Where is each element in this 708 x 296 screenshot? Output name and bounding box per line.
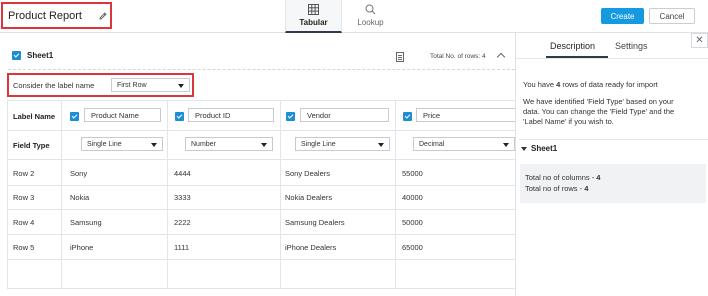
table-cell: Samsung [70,217,102,227]
sheet-header: Sheet1 [12,51,53,60]
sheet-checkbox[interactable] [12,51,21,60]
document-icon[interactable] [396,52,404,62]
field-type-info: We have identified 'Field Type' based on… [523,97,675,126]
table-cell: 4444 [174,168,191,178]
caret-down-icon [178,83,184,88]
close-icon[interactable]: ✕ [691,33,708,48]
dashed-divider [8,69,515,70]
caret-down-icon [503,142,509,147]
search-icon [365,4,376,15]
total-rows-text: Total No. of rows: 4 [430,53,486,60]
tab-divider [516,58,708,59]
label-name-option-box: Consider the label name First Row [7,73,194,97]
label-name-select-value: First Row [117,81,147,89]
caret-down-icon [521,146,527,151]
tab-description[interactable]: Description [550,41,595,51]
table-cell: iPhone Dealers [285,242,337,252]
edit-pencil-icon[interactable] [98,11,108,21]
column-checkbox[interactable] [70,112,79,121]
table-cell: iPhone [70,242,94,252]
tab-lookup-label: Lookup [357,18,384,27]
column-label-input[interactable]: Product Name [84,108,161,122]
column-label-input[interactable]: Price [416,108,515,122]
caret-down-icon [378,142,384,147]
tab-tabular[interactable]: Tabular [285,0,342,33]
table-cell: Nokia [70,192,90,202]
field-type-select[interactable]: Single Line [295,137,390,151]
report-title: Product Report [8,9,82,22]
table-cell: Sony Dealers [285,168,331,178]
column-checkbox[interactable] [175,112,184,121]
table-cell: 3333 [174,192,191,202]
table-icon [308,4,319,15]
view-tabs: Tabular Lookup [285,0,399,33]
tab-settings[interactable]: Settings [615,41,648,51]
side-panel: Description Settings ✕ You have 4 rows o… [515,33,708,296]
row-label: Row 3 [13,192,35,202]
table-cell: 1111 [174,242,190,252]
table-cell: Nokia Dealers [285,192,333,202]
column-label-input[interactable]: Product ID [188,108,274,122]
column-checkbox[interactable] [286,112,295,121]
summary-divider [519,139,708,140]
tab-lookup[interactable]: Lookup [342,0,399,33]
chevron-up-icon[interactable] [496,52,506,62]
caret-down-icon [261,142,267,147]
row-label: Row 5 [13,242,35,252]
column-label-input[interactable]: Vendor [300,108,389,122]
total-columns-text: Total no of columns - 4 [525,173,601,182]
top-bar: Product Report Tabular Lookup Create Can… [0,0,708,33]
create-button[interactable]: Create [601,8,644,24]
table-cell: 55000 [402,168,423,178]
field-type-header: Field Type [13,140,50,150]
row-label: Row 4 [13,217,35,227]
rows-ready-text: You have 4 rows of data ready for import [523,80,658,89]
data-table: Label Name Product Name Product ID Vendo… [7,100,515,289]
label-name-select[interactable]: First Row [111,78,190,92]
summary-sheet-header[interactable]: Sheet1 [521,144,557,153]
sheet-name: Sheet1 [27,51,54,60]
label-name-prompt: Consider the label name [13,80,95,90]
report-title-box: Product Report [1,2,112,29]
column-checkbox[interactable] [403,112,412,121]
row-label: Row 2 [13,168,35,178]
table-cell: 2222 [174,217,191,227]
field-type-select[interactable]: Single Line [81,137,163,151]
field-type-select[interactable]: Number [185,137,273,151]
import-preview-panel: Sheet1 Total No. of rows: 4 Consider the… [0,33,515,296]
cancel-button[interactable]: Cancel [649,8,695,24]
table-cell: Samsung Dealers [285,217,345,227]
table-cell: 40000 [402,192,423,202]
field-type-select[interactable]: Decimal [413,137,515,151]
label-name-header: Label Name [13,111,56,121]
table-cell: 65000 [402,242,423,252]
table-cell: 50000 [402,217,423,227]
tab-tabular-label: Tabular [299,18,328,27]
total-rows-summary-text: Total no of rows - 4 [525,184,589,193]
table-cell: Sony [70,168,88,178]
sheet-summary-box: Total no of columns - 4 Total no of rows… [520,164,706,203]
caret-down-icon [151,142,157,147]
